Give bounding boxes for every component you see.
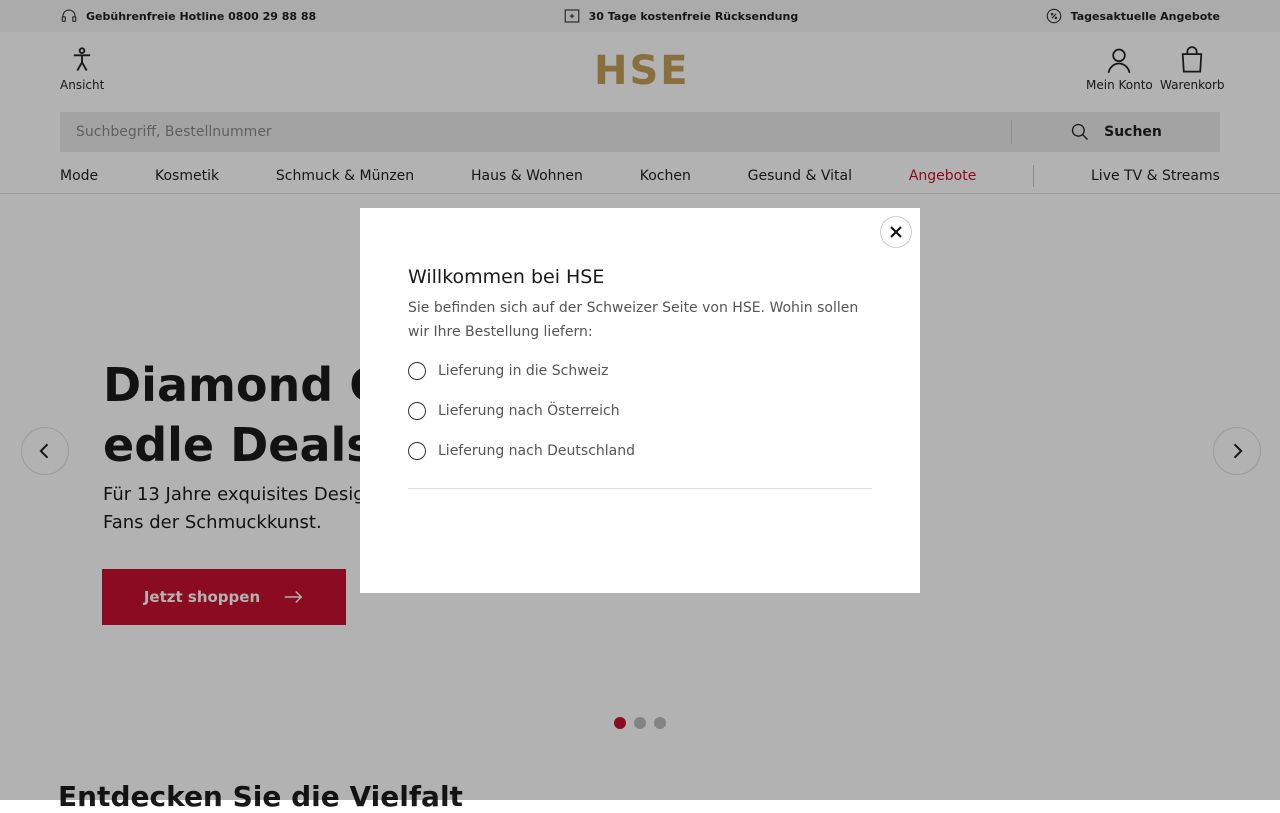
radio-germany[interactable]	[408, 442, 426, 460]
option-switzerland[interactable]: Lieferung in die Schweiz	[408, 362, 609, 380]
option-austria-label: Lieferung nach Österreich	[438, 403, 620, 419]
dialog-divider	[408, 488, 872, 489]
country-selection-dialog: Willkommen bei HSE Sie befinden sich auf…	[360, 208, 920, 593]
dialog-title: Willkommen bei HSE	[408, 266, 605, 288]
radio-switzerland[interactable]	[408, 362, 426, 380]
option-austria[interactable]: Lieferung nach Österreich	[408, 402, 620, 420]
option-germany-label: Lieferung nach Deutschland	[438, 443, 636, 459]
dialog-description: Sie befinden sich auf der Schweizer Seit…	[408, 300, 859, 340]
close-button[interactable]	[880, 216, 912, 248]
radio-austria[interactable]	[408, 402, 426, 420]
option-germany[interactable]: Lieferung nach Deutschland	[408, 442, 635, 460]
close-icon	[890, 226, 902, 238]
option-switzerland-label: Lieferung in die Schweiz	[438, 363, 609, 379]
